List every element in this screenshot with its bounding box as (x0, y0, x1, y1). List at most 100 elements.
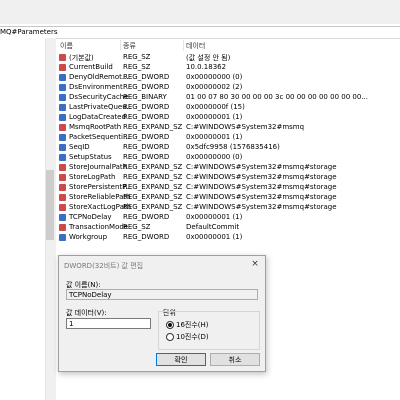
value-name: PacketSequenti... (69, 133, 130, 141)
value-type: REG_BINARY (123, 93, 167, 101)
cancel-button[interactable]: 취소 (210, 353, 260, 366)
value-type: REG_DWORD (123, 73, 170, 81)
value-data: (값 설정 안 됨) (186, 54, 231, 62)
value-row[interactable]: LastPrivateQueu... REG_DWORD 0x0000000f (1… (57, 103, 400, 113)
value-data-input[interactable]: 1 (66, 318, 151, 329)
value-row[interactable]: LogDataCreated REG_DWORD 0x00000001 (1) (57, 113, 400, 123)
binary-value-icon (59, 134, 66, 141)
value-name: StoreXactLogPath (69, 203, 131, 211)
value-name: StoreReliablePath (69, 193, 131, 201)
value-type: REG_DWORD (123, 113, 170, 121)
string-value-icon (59, 164, 66, 171)
value-data: 0x00000000 (0) (186, 153, 243, 161)
edit-dword-dialog: DWORD(32비트) 값 편집 × 값 이름(N): TCPNoDelay 값… (58, 255, 266, 372)
column-header: 이름 종류 데이터 (57, 40, 400, 52)
value-row[interactable]: StorePersistentP... REG_EXPAND_SZ C:#WINDO… (57, 183, 400, 193)
value-name: MsmqRootPath (69, 123, 122, 131)
value-name: StoreLogPath (69, 173, 116, 181)
binary-value-icon (59, 104, 66, 111)
hex-radio[interactable] (166, 321, 174, 329)
value-data: C:#WINDOWS#System32#msmq#storage (186, 173, 337, 181)
value-data: 0x00000000 (0) (186, 73, 243, 81)
ok-button[interactable]: 확인 (156, 353, 206, 366)
string-value-icon (59, 174, 66, 181)
value-data: 0x00000001 (1) (186, 113, 243, 121)
window-top-area (0, 0, 400, 24)
value-row[interactable]: SetupStatus REG_DWORD 0x00000000 (0) (57, 153, 400, 163)
value-type: REG_EXPAND_SZ (123, 183, 183, 191)
binary-value-icon (59, 84, 66, 91)
value-row[interactable]: (기본값) REG_SZ (값 설정 안 됨) (57, 53, 400, 63)
column-name-header[interactable]: 이름 (60, 41, 73, 51)
base-group (158, 311, 260, 350)
string-value-icon (59, 194, 66, 201)
column-type-header[interactable]: 종류 (123, 41, 136, 51)
value-row[interactable]: MsmqRootPath REG_EXPAND_SZ C:#WINDOWS#Syst… (57, 123, 400, 133)
tree-scrollbar-thumb[interactable] (46, 170, 54, 240)
value-row[interactable]: SeqID REG_DWORD 0x5dfc9958 (1576835416) (57, 143, 400, 153)
value-row[interactable]: TCPNoDelay REG_DWORD 0x00000001 (1) (57, 213, 400, 223)
hex-radio-label[interactable]: 16진수(H) (176, 320, 209, 330)
address-path: MQ#Parameters (0, 28, 58, 36)
binary-value-icon (59, 214, 66, 221)
value-name: DsSecurityCache (69, 93, 129, 101)
value-data: 10.0.18362 (186, 63, 227, 71)
value-row[interactable]: PacketSequenti... REG_DWORD 0x00000001 (1) (57, 133, 400, 143)
binary-value-icon (59, 144, 66, 151)
value-data: 0x00000001 (1) (186, 133, 243, 141)
value-data: 01 00 07 80 30 00 00 00 3c 00 00 00 00 0… (186, 93, 368, 101)
value-name: StorePersistentP... (69, 183, 131, 191)
value-type: REG_SZ (123, 223, 151, 231)
address-bar[interactable]: MQ#Parameters (0, 26, 400, 39)
value-data-label: 값 데이터(V): (66, 309, 107, 317)
value-row[interactable]: StoreReliablePath REG_EXPAND_SZ C:#WINDOWS… (57, 193, 400, 203)
string-value-icon (59, 184, 66, 191)
value-name: (기본값) (69, 54, 94, 62)
value-row[interactable]: DsEnvironment REG_DWORD 0x00000002 (2) (57, 83, 400, 93)
value-row[interactable]: TransactionMode REG_SZ DefaultCommit (57, 223, 400, 233)
close-icon[interactable]: × (250, 259, 260, 269)
binary-value-icon (59, 234, 66, 241)
value-name: DenyOldRemot... (69, 73, 129, 81)
value-type: REG_SZ (123, 63, 151, 71)
string-value-icon (59, 64, 66, 71)
value-name: TCPNoDelay (69, 213, 112, 221)
string-value-icon (59, 124, 66, 131)
value-row[interactable]: StoreJournalPath REG_EXPAND_SZ C:#WINDOWS#… (57, 163, 400, 173)
value-data: C:#WINDOWS#System32#msmq#storage (186, 183, 337, 191)
binary-value-icon (59, 114, 66, 121)
value-type: REG_DWORD (123, 233, 170, 241)
value-row[interactable]: DsSecurityCache REG_BINARY 01 00 07 80 30 … (57, 93, 400, 103)
value-type: REG_DWORD (123, 143, 170, 151)
binary-value-icon (59, 94, 66, 101)
value-type: REG_EXPAND_SZ (123, 193, 183, 201)
decimal-radio-label[interactable]: 10진수(D) (176, 332, 209, 342)
column-divider[interactable] (120, 40, 121, 51)
value-row[interactable]: StoreLogPath REG_EXPAND_SZ C:#WINDOWS#Syst… (57, 173, 400, 183)
value-row[interactable]: CurrentBuild REG_SZ 10.0.18362 (57, 63, 400, 73)
value-name: SetupStatus (69, 153, 112, 161)
value-name: SeqID (69, 143, 90, 151)
value-type: REG_DWORD (123, 103, 170, 111)
value-data: 0x00000002 (2) (186, 83, 243, 91)
value-row[interactable]: StoreXactLogPath REG_EXPAND_SZ C:#WINDOWS#… (57, 203, 400, 213)
value-row[interactable]: DenyOldRemot... REG_DWORD 0x00000000 (0) (57, 73, 400, 83)
value-type: REG_DWORD (123, 133, 170, 141)
value-name: DsEnvironment (69, 83, 123, 91)
string-value-icon (59, 224, 66, 231)
string-value-icon (59, 54, 66, 61)
column-divider[interactable] (183, 40, 184, 51)
value-type: REG_SZ (123, 53, 151, 61)
value-name: LogDataCreated (69, 113, 126, 121)
value-data: 0x5dfc9958 (1576835416) (186, 143, 280, 151)
value-type: REG_EXPAND_SZ (123, 163, 183, 171)
value-name: Workgroup (69, 233, 108, 241)
value-name: StoreJournalPath (69, 163, 128, 171)
column-data-header[interactable]: 데이터 (186, 41, 205, 51)
value-name-field[interactable]: TCPNoDelay (66, 289, 258, 300)
decimal-radio[interactable] (166, 333, 174, 341)
dialog-title: DWORD(32비트) 값 편집 (64, 262, 144, 270)
value-row[interactable]: Workgroup REG_DWORD 0x00000001 (1) (57, 233, 400, 243)
value-type: REG_DWORD (123, 213, 170, 221)
value-data: DefaultCommit (186, 223, 240, 231)
